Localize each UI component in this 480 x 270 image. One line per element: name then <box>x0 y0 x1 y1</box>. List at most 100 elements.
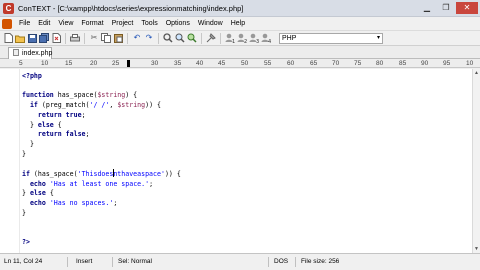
menu-view[interactable]: View <box>54 17 77 30</box>
find-icon[interactable] <box>163 33 173 43</box>
menu-format[interactable]: Format <box>77 17 107 30</box>
toolbar-separator <box>220 32 221 44</box>
code-line: <?php <box>22 72 42 80</box>
cursor-position: Ln 11, Col 24 <box>4 258 43 265</box>
ruler-label: 95 <box>443 60 451 67</box>
restore-button[interactable]: ❐ <box>437 2 455 14</box>
code-line: } <box>22 208 26 217</box>
minimize-button[interactable]: ▁ <box>418 2 436 14</box>
status-separator <box>112 257 113 267</box>
code-line: function has_space($string) { <box>22 91 138 100</box>
menu-file[interactable]: File <box>15 17 34 30</box>
tools-icon[interactable] <box>206 33 216 43</box>
scroll-up-icon[interactable]: ▲ <box>473 69 480 77</box>
svg-text:1: 1 <box>232 39 235 43</box>
code-line: ?> <box>22 237 30 246</box>
status-separator <box>67 257 68 267</box>
ruler-label: 20 <box>90 60 98 67</box>
save-all-icon[interactable] <box>39 33 49 43</box>
context-app-icon[interactable]: C <box>3 3 14 14</box>
chevron-down-icon: ▾ <box>376 34 380 41</box>
ruler-column-marker <box>127 60 130 67</box>
user-tool-4-icon[interactable]: 4 <box>261 33 271 43</box>
user-tool-1-icon[interactable]: 1 <box>225 33 235 43</box>
ruler-label: 10 <box>41 60 49 67</box>
window-title: ConTEXT - [C:\xampp\htdocs\series\expres… <box>18 4 244 13</box>
insert-mode: Insert <box>76 258 93 265</box>
selection-mode: Sel: Normal <box>118 258 152 265</box>
code-line: echo 'Has no spaces.'; <box>29 199 118 208</box>
text-caret <box>112 169 114 178</box>
svg-text:3: 3 <box>256 39 259 43</box>
ruler-label: 10 <box>466 60 474 67</box>
code-line: return false; <box>37 130 90 139</box>
menu-bar: File Edit View Format Project Tools Opti… <box>0 17 480 30</box>
ruler-label: 85 <box>399 60 407 67</box>
menu-window[interactable]: Window <box>194 17 227 30</box>
file-tabs: index.php <box>0 46 480 59</box>
close-button[interactable]: ✕ <box>456 2 478 14</box>
code-line: } <box>22 149 26 158</box>
code-line: if (has_space('Thisdoesnthaveaspace')) { <box>22 169 181 179</box>
window-controls: ▁ ❐ ✕ <box>418 2 478 15</box>
copy-icon[interactable] <box>101 33 111 43</box>
scroll-down-icon[interactable]: ▼ <box>473 245 480 253</box>
tab-index-php[interactable]: index.php <box>8 47 52 59</box>
file-size: File size: 256 <box>301 258 340 265</box>
ruler-label: 35 <box>174 60 182 67</box>
user-tool-2-icon[interactable]: 2 <box>237 33 247 43</box>
ruler-label: 65 <box>310 60 318 67</box>
find-next-icon[interactable] <box>175 33 185 43</box>
ruler-label: 30 <box>151 60 159 67</box>
cut-icon[interactable]: ✂ <box>89 33 99 43</box>
vertical-scrollbar[interactable]: ▲ ▼ <box>472 69 480 253</box>
title-bar: C ConTEXT - [C:\xampp\htdocs\series\expr… <box>0 0 480 17</box>
file-icon <box>13 49 19 56</box>
user-tool-3-icon[interactable]: 3 <box>249 33 259 43</box>
document-menu-icon[interactable] <box>2 18 12 29</box>
menu-options[interactable]: Options <box>162 17 194 30</box>
code-line: if (preg_match('/ /', $string)) { <box>29 101 162 110</box>
redo-icon[interactable]: ↷ <box>144 33 154 43</box>
code-text[interactable]: <?php function has_space($string) { if (… <box>22 72 181 248</box>
toolbar-separator <box>84 32 85 44</box>
menu-tools[interactable]: Tools <box>137 17 161 30</box>
toolbar-separator <box>201 32 202 44</box>
ruler-label: 15 <box>65 60 73 67</box>
status-separator <box>268 257 269 267</box>
new-file-icon[interactable] <box>3 33 13 43</box>
code-line: } else { <box>22 120 62 129</box>
tab-label: index.php <box>22 50 53 57</box>
editor-gutter <box>0 69 20 253</box>
close-file-icon[interactable] <box>51 33 61 43</box>
code-editor[interactable]: <?php function has_space($string) { if (… <box>0 69 472 253</box>
svg-text:2: 2 <box>244 39 247 43</box>
replace-icon[interactable] <box>187 33 197 43</box>
print-icon[interactable] <box>70 33 80 43</box>
ruler-label: 50 <box>241 60 249 67</box>
paste-icon[interactable] <box>113 33 123 43</box>
svg-text:4: 4 <box>268 39 271 43</box>
save-icon[interactable] <box>27 33 37 43</box>
ruler-label: 40 <box>196 60 204 67</box>
code-line: } <box>22 139 34 148</box>
undo-icon[interactable]: ↶ <box>132 33 142 43</box>
highlighter-select[interactable]: PHP ▾ <box>279 32 383 44</box>
code-line: echo 'Has at least one space.'; <box>29 179 154 188</box>
line-endings: DOS <box>274 258 289 265</box>
toolbar-separator <box>127 32 128 44</box>
status-bar: Ln 11, Col 24 Insert Sel: Normal DOS Fil… <box>0 253 480 270</box>
ruler-label: 55 <box>264 60 272 67</box>
menu-edit[interactable]: Edit <box>34 17 54 30</box>
highlighter-value: PHP <box>282 34 297 42</box>
code-line: return true; <box>37 110 86 119</box>
menu-project[interactable]: Project <box>108 17 138 30</box>
toolbar-separator <box>65 32 66 44</box>
ruler-label: 90 <box>421 60 429 67</box>
toolbar: ✂ ↶ ↷ 1 2 3 4 PHP ▾ <box>0 30 480 46</box>
ruler-label: 45 <box>218 60 226 67</box>
open-folder-icon[interactable] <box>15 33 25 43</box>
menu-help[interactable]: Help <box>227 17 249 30</box>
ruler-label: 25 <box>112 60 120 67</box>
status-separator <box>295 257 296 267</box>
